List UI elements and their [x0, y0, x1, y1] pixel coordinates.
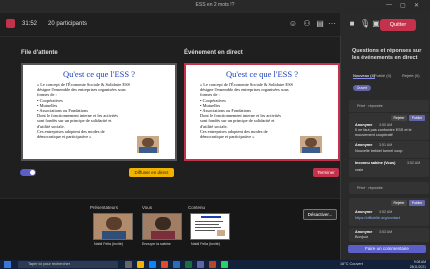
- close-window-button[interactable]: ✕: [414, 2, 419, 9]
- qa-text: Il ne faut pas confondre ESS et le mouve…: [355, 128, 412, 137]
- reject-button[interactable]: Rejeter: [391, 115, 407, 121]
- content-name: Nabil Fella (Invité): [191, 242, 220, 246]
- tab-new[interactable]: Nouveau (4): [353, 73, 376, 79]
- whatsapp-icon[interactable]: [221, 261, 228, 268]
- qa-item: Privé · répondre: [349, 100, 429, 112]
- reject-button[interactable]: Rejeter: [391, 200, 407, 206]
- qa-item: Anonyme 3:53 AM Bonjour: [349, 228, 429, 242]
- live-preview[interactable]: Qu'est ce que l'ESS ? « Le concept de l'…: [184, 63, 340, 161]
- qa-time: 3:52 AM: [379, 210, 393, 214]
- qa-item: Rejeter Publier Anonyme 3:52 AM https://…: [349, 198, 429, 226]
- teams-icon[interactable]: [197, 261, 204, 268]
- self-name: Ennuyer la sabine: [142, 242, 171, 246]
- qa-author: Anonyme: [355, 143, 373, 147]
- queue-label: File d'attente: [21, 50, 58, 56]
- camera-icon[interactable]: ■: [347, 19, 357, 29]
- mic-icon[interactable]: 🎙: [360, 19, 370, 29]
- chat-icon[interactable]: ☺: [288, 19, 298, 29]
- qa-meta[interactable]: Privé · répondre: [357, 104, 383, 108]
- participant-count: 20 participants: [48, 21, 88, 27]
- qa-text: Nouvelle bekkel tunnel coop: [355, 149, 403, 153]
- presenter-video: [137, 136, 159, 153]
- slide-title: Qu'est ce que l'ESS ?: [226, 69, 298, 79]
- maximize-button[interactable]: ▢: [400, 2, 406, 9]
- tab-published[interactable]: Publié (0): [374, 73, 391, 78]
- presenter-thumbnail[interactable]: [93, 213, 133, 240]
- qa-time: 3:53 AM: [379, 230, 393, 234]
- meeting-timer: 31:52: [22, 21, 38, 27]
- comment-button[interactable]: Faire un commentaire: [348, 245, 426, 253]
- qa-text: Bonjour: [355, 235, 369, 239]
- qa-link[interactable]: https://officielle.org/contact: [355, 216, 427, 221]
- content-thumbnail[interactable]: [190, 213, 230, 240]
- qa-time: 3:52 AM: [407, 161, 421, 165]
- excel-icon[interactable]: [185, 261, 192, 268]
- slide-title: Qu'est ce que l'ESS ?: [63, 69, 135, 79]
- os-taskbar: Taper ici pour rechercher 16°C Couvert 9…: [0, 260, 430, 269]
- start-icon[interactable]: [4, 261, 11, 268]
- tab-rejected[interactable]: Rejeté (0): [402, 73, 420, 78]
- minimize-button[interactable]: —: [386, 2, 392, 8]
- qa-time: 3:50 AM: [379, 123, 393, 127]
- presenter-video: [300, 136, 322, 153]
- leave-button[interactable]: Quitter: [380, 19, 416, 31]
- people-icon[interactable]: ⚇: [302, 19, 312, 29]
- content-label: Contenu: [188, 205, 206, 210]
- meeting-toolbar: 31:52 20 participants ☺ ⚇ ▤ ···: [0, 13, 340, 37]
- qa-icon[interactable]: ▤: [315, 19, 325, 29]
- qa-item: Privé · répondre: [349, 182, 429, 194]
- window-title: ESS en 2 mots !?: [195, 2, 235, 8]
- edge-icon[interactable]: [149, 261, 156, 268]
- clock[interactable]: 9:08 AM 28/11/2021: [398, 260, 426, 269]
- send-live-button[interactable]: Diffuser en direct: [129, 168, 174, 177]
- qa-meta[interactable]: Privé · répondre: [357, 186, 383, 190]
- end-event-button[interactable]: Terminer: [313, 168, 339, 177]
- qa-item: Rejeter Publier Anonyme 3:50 AM Il ne fa…: [349, 113, 429, 140]
- you-label: Vous: [142, 205, 153, 210]
- presenter-name: Nabil Fella (Invité): [94, 242, 123, 246]
- live-label: Événement en direct: [184, 50, 243, 56]
- chrome-icon[interactable]: [161, 261, 168, 268]
- record-icon: [6, 19, 15, 28]
- qa-time: 3:51 AM: [379, 143, 393, 147]
- task-view-icon[interactable]: [125, 261, 132, 268]
- presenters-label: Présentateurs: [90, 205, 119, 210]
- qa-item: Inconnu sabine (Vous) 3:52 AM vraie: [349, 159, 429, 177]
- qa-text: vraie: [355, 168, 364, 172]
- self-thumbnail[interactable]: [142, 213, 182, 240]
- weather-widget[interactable]: 16°C Couvert: [340, 262, 363, 266]
- explorer-icon[interactable]: [137, 261, 144, 268]
- layout-toggle[interactable]: [20, 169, 36, 176]
- store-icon[interactable]: [173, 261, 180, 268]
- qa-author: Anonyme: [355, 210, 373, 214]
- qa-item: Anonyme 3:51 AM Nouvelle bekkel tunnel c…: [349, 141, 429, 158]
- queue-preview[interactable]: Qu'est ce que l'ESS ? « Le concept de l'…: [21, 63, 177, 161]
- qa-open-toggle[interactable]: Ouvert: [353, 85, 371, 91]
- qa-heading: Questions et réponses sur les événements…: [352, 48, 422, 61]
- publish-button[interactable]: Publier: [409, 200, 425, 206]
- publish-button[interactable]: Publier: [409, 115, 425, 121]
- qa-author: Anonyme: [355, 123, 373, 127]
- taskbar-search[interactable]: Taper ici pour rechercher: [18, 261, 118, 268]
- qa-author: Inconnu sabine (Vous): [355, 161, 396, 165]
- deactivate-button[interactable]: Désactiver...: [303, 209, 337, 220]
- qa-author: Anonyme: [355, 230, 373, 234]
- title-bar: ESS en 2 mots !? — ▢ ✕: [0, 0, 430, 13]
- slide-body: « Le concept de l'Économie Sociale & Sol…: [200, 82, 293, 140]
- powerpoint-icon[interactable]: [209, 261, 216, 268]
- more-options-icon[interactable]: ···: [327, 19, 337, 29]
- slide-body: « Le concept de l'Économie Sociale & Sol…: [37, 82, 130, 140]
